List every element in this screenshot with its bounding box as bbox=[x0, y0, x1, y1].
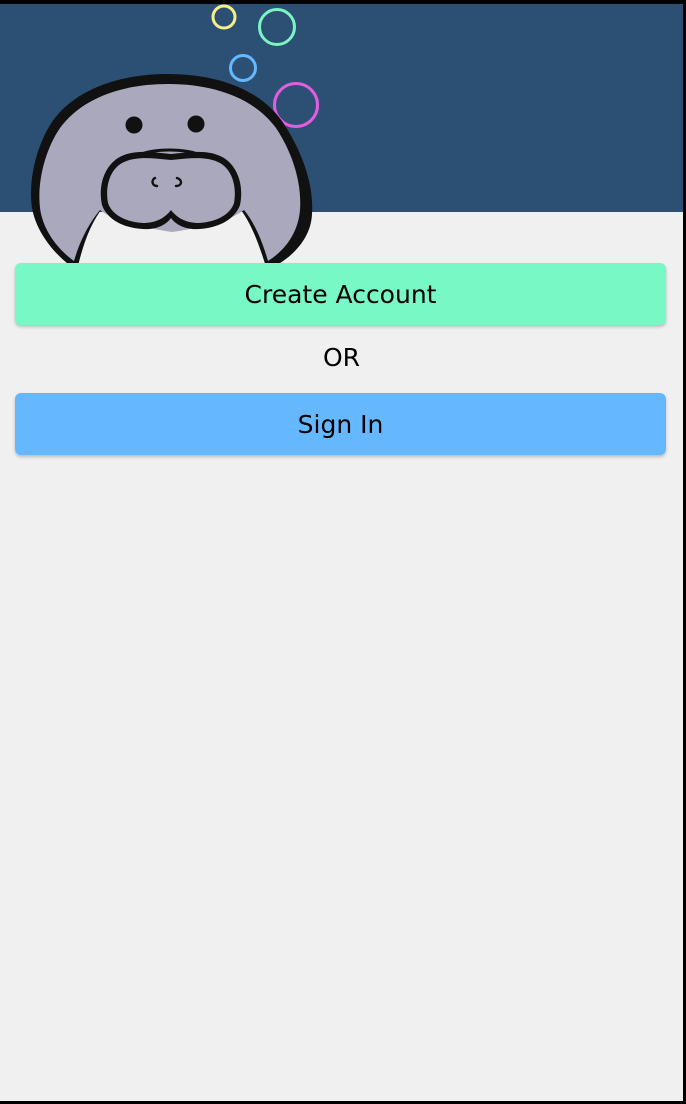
sign-in-button[interactable]: Sign In bbox=[15, 393, 666, 455]
manatee-icon bbox=[30, 74, 313, 270]
create-account-label: Create Account bbox=[244, 279, 437, 309]
bubble-green-icon bbox=[258, 8, 296, 46]
manatee-logo bbox=[30, 4, 319, 270]
app-screen: Create Account OR Sign In bbox=[0, 4, 683, 1101]
bubble-yellow-icon bbox=[211, 4, 237, 30]
sign-in-label: Sign In bbox=[297, 409, 384, 439]
create-account-button[interactable]: Create Account bbox=[15, 263, 666, 325]
or-separator: OR bbox=[322, 343, 361, 372]
bubble-blue-icon bbox=[229, 54, 257, 82]
